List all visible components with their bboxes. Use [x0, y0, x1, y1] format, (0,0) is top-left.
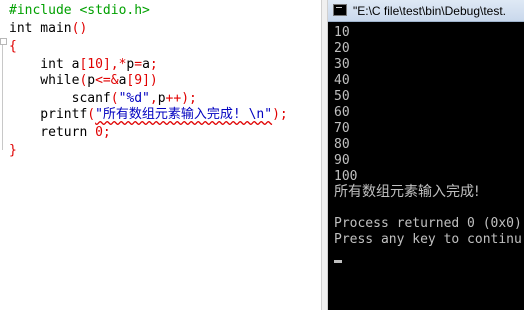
pane-splitter[interactable] — [321, 0, 328, 310]
code-token: "%d" — [118, 91, 150, 106]
code-token: ( — [87, 107, 96, 122]
code-token: #include <stdio.h> — [9, 3, 150, 18]
code-token: { — [9, 39, 17, 54]
fold-toggle-icon[interactable] — [0, 38, 7, 45]
code-line[interactable]: return 0; — [9, 124, 111, 142]
code-token: 10 — [87, 57, 103, 72]
code-token: while — [9, 73, 80, 88]
code-token: ]) — [142, 73, 158, 88]
code-token: ( — [110, 91, 119, 106]
console-output-line: 所有数组元素输入完成! — [334, 184, 480, 200]
code-token: scanf — [9, 91, 111, 106]
console-window[interactable]: "E:\C file\test\bin\Debug\test. 10 20 30 40… — [328, 0, 524, 310]
console-output-line: 30 — [334, 57, 350, 72]
fold-guide — [2, 42, 3, 150]
code-line[interactable]: int main() — [9, 20, 87, 38]
code-token: int main — [9, 21, 72, 36]
code-token: p — [87, 73, 96, 88]
code-token: <=& — [95, 73, 119, 88]
code-token: return — [9, 125, 96, 140]
console-title: "E:\C file\test\bin\Debug\test. — [353, 4, 506, 18]
code-line[interactable]: { — [9, 38, 17, 56]
console-cursor — [334, 260, 342, 263]
console-output-line: 90 — [334, 153, 350, 168]
console-output-line: 20 — [334, 41, 350, 56]
code-token: ; — [102, 125, 111, 140]
code-token: ++); — [165, 91, 197, 106]
code-token: p — [157, 91, 166, 106]
console-output-line: 50 — [334, 89, 350, 104]
code-token: "所有数组元素输入完成! \n" — [95, 107, 273, 122]
code-token: printf — [9, 107, 88, 122]
console-output[interactable]: 10 20 30 40 50 60 70 80 90 100 所有数组元素输入完成! Process … — [328, 22, 524, 310]
code-editor[interactable]: #include <stdio.h> int main(){ int a[10],… — [0, 0, 321, 310]
code-token: 9 — [134, 73, 143, 88]
code-token: = — [134, 57, 143, 72]
console-titlebar[interactable]: "E:\C file\test\bin\Debug\test. — [328, 0, 524, 22]
console-output-line: 40 — [334, 73, 350, 88]
code-line[interactable]: #include <stdio.h> — [9, 2, 150, 20]
code-token: () — [71, 21, 88, 36]
console-output-line: 70 — [334, 121, 350, 136]
console-app-icon[interactable] — [333, 4, 347, 16]
code-token: a — [142, 57, 150, 72]
console-output-line: 60 — [334, 105, 350, 120]
code-token: 0 — [95, 125, 103, 140]
code-token: ; — [149, 57, 158, 72]
code-line[interactable]: printf("所有数组元素输入完成! \n"); — [9, 106, 288, 124]
console-output-line: 100 — [334, 169, 358, 184]
code-token: ],* — [102, 57, 127, 72]
code-token: ); — [272, 107, 288, 122]
code-token: int a — [9, 57, 80, 72]
console-output-line: 80 — [334, 137, 350, 152]
console-output-line: Process returned 0 (0x0) — [334, 216, 522, 231]
code-line[interactable]: while(p<=&a[9]) — [9, 72, 158, 90]
code-line[interactable]: } — [9, 142, 17, 160]
code-token: } — [9, 143, 17, 158]
code-token: , — [149, 91, 158, 106]
console-output-line: 10 — [334, 25, 350, 40]
console-output-line: Press any key to continu — [334, 232, 522, 247]
